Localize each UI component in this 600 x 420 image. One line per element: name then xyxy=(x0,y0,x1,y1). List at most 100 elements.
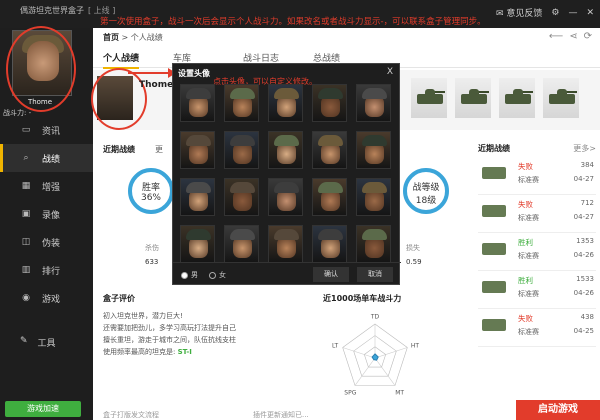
tools-item[interactable]: ✎ 工具 xyxy=(20,336,56,349)
date: 04-26 xyxy=(573,289,594,297)
tank-thumb[interactable] xyxy=(499,78,535,118)
tank-thumb[interactable] xyxy=(455,78,491,118)
score: 438 xyxy=(580,313,594,321)
avatar-option[interactable] xyxy=(312,225,347,263)
box-evaluation: 盒子评价 初入坦克世界，潜力巨大! 还需要加把劲儿，多学习高玩打法提升自己 擅长… xyxy=(103,293,293,358)
tank-thumb[interactable] xyxy=(543,78,579,118)
score: 1533 xyxy=(576,275,594,283)
level: 战等级 18级 xyxy=(412,183,440,206)
launch-game-button[interactable]: 启动游戏 xyxy=(516,400,600,420)
evaluation-title: 盒子评价 xyxy=(103,294,135,303)
film-icon: ▣ xyxy=(21,209,31,219)
close-icon[interactable]: ✕ xyxy=(586,8,594,18)
more-button[interactable]: 更 xyxy=(155,144,163,155)
score: 1353 xyxy=(576,237,594,245)
dialog-title: 设置头像 xyxy=(178,69,210,78)
avatar-option[interactable] xyxy=(180,84,215,122)
radio-male[interactable]: 男 xyxy=(181,270,198,280)
tank-thumb[interactable] xyxy=(411,78,447,118)
result: 失败 xyxy=(518,162,533,171)
list-item[interactable]: 胜利标准赛 1353 04-26 xyxy=(478,233,596,271)
avatar-option[interactable] xyxy=(224,84,259,122)
date: 04-27 xyxy=(573,175,594,183)
tank-icon xyxy=(482,243,506,255)
sidebar-item-records[interactable]: ⌕ 战绩 xyxy=(0,144,93,172)
mode: 标准赛 xyxy=(518,252,539,260)
nav-arrows: ⟵ ⋖ ⟳ xyxy=(549,31,592,42)
share-icon[interactable]: ⋖ xyxy=(569,31,577,42)
radar-title: 近1000场单车战斗力 xyxy=(323,294,402,303)
sidebar-item-camo[interactable]: ◫ 伪装 xyxy=(0,228,93,256)
back-icon[interactable]: ⟵ xyxy=(549,31,563,42)
minimize-icon[interactable]: — xyxy=(568,8,577,18)
radar-axis xyxy=(374,357,396,386)
close-icon[interactable]: X xyxy=(387,67,393,77)
recent-title: 近期战绩 xyxy=(103,145,135,154)
left-stat-label: 杀伤 xyxy=(145,244,159,252)
favorite-tank: 使用频率最高的坦克是: ST-I xyxy=(103,348,192,356)
avatar-option[interactable] xyxy=(312,84,347,122)
tank-icon xyxy=(482,281,506,293)
confirm-button[interactable]: 确认 xyxy=(313,267,349,282)
sidebar-item-rank[interactable]: ▥ 排行 xyxy=(0,256,93,284)
radar-axis xyxy=(354,357,376,386)
avatar-option[interactable] xyxy=(356,84,391,122)
grid-icon: ▦ xyxy=(21,181,31,191)
radar-axis xyxy=(342,347,376,359)
sidebar: Thome 战斗力: - ▭ 资讯 ⌕ 战绩 ▦ 增强 ▣ 录像 ◫ 伪装 ▥ 排行 ◉ 游戏… xyxy=(0,26,93,420)
title-bar: 偶游坦克世界盒子[ 上线 ] 第一次使用盒子，战斗一次后会显示个人战斗力。如果改… xyxy=(0,0,600,28)
avatar-option[interactable] xyxy=(356,178,391,216)
sidebar-item-news[interactable]: ▭ 资讯 xyxy=(0,116,93,144)
cancel-button[interactable]: 取消 xyxy=(357,267,393,282)
radar-axis-label: LT xyxy=(332,343,339,350)
list-item[interactable]: 失败 标准赛 712 04-27 xyxy=(478,195,596,233)
list-item[interactable]: 胜利 标准赛 1533 04-26 xyxy=(478,271,596,309)
mode: 标准赛 xyxy=(518,176,539,184)
avatar-option[interactable] xyxy=(312,178,347,216)
wrench-icon: ✎ xyxy=(20,336,28,346)
avatar-option[interactable] xyxy=(356,225,391,263)
winrate: 胜率 36% xyxy=(140,183,161,203)
tank-icon xyxy=(482,167,506,179)
avatar-option[interactable] xyxy=(224,131,259,169)
avatar-option[interactable] xyxy=(268,131,303,169)
sidebar-item-replay[interactable]: ▣ 录像 xyxy=(0,200,93,228)
avatar-option[interactable] xyxy=(268,84,303,122)
user-name: Thome xyxy=(27,98,53,106)
radio-female[interactable]: 女 xyxy=(209,270,226,280)
recent-panel-header: 近期战绩 更多> xyxy=(478,143,596,157)
avatar-option[interactable] xyxy=(180,225,215,263)
list-item[interactable]: 失败 标准赛 384 04-27 xyxy=(478,157,596,195)
feedback-button[interactable]: ✉ 意见反馈 xyxy=(496,6,542,19)
radar-axis-label: MT xyxy=(395,389,404,396)
breadcrumb: 首页 > 个人战绩 xyxy=(103,33,163,42)
right-stat-label: 损失 xyxy=(406,244,420,252)
bottom-link[interactable]: 盒子打版发文流程 xyxy=(103,410,159,420)
annotation-text: 第一次使用盒子，战斗一次后会显示个人战斗力。如果改名或者战斗力显示-，可以联系盒… xyxy=(100,17,486,27)
game-boost-button[interactable]: 游戏加速 xyxy=(5,401,81,417)
radar-axis-label: SPG xyxy=(344,389,356,396)
right-stat-value: 0.59 xyxy=(406,258,422,266)
list-item[interactable]: 失败 标准赛 438 04-25 xyxy=(478,309,596,347)
bottom-link[interactable]: 插件更新通知已... xyxy=(253,410,309,420)
sidebar-item-game[interactable]: ◉ 游戏 xyxy=(0,284,93,312)
avatar-option[interactable] xyxy=(268,225,303,263)
avatar-option[interactable] xyxy=(224,225,259,263)
more-link[interactable]: 更多> xyxy=(573,143,596,157)
avatar-option[interactable] xyxy=(224,178,259,216)
date: 04-26 xyxy=(573,251,594,259)
avatar-option[interactable] xyxy=(312,131,347,169)
avatar-option[interactable] xyxy=(268,178,303,216)
avatar-option[interactable] xyxy=(356,131,391,169)
result: 胜利 xyxy=(518,238,533,247)
date: 04-25 xyxy=(573,327,594,335)
avatar-option[interactable] xyxy=(180,178,215,216)
player-name: Thome xyxy=(139,80,174,90)
avatar-option[interactable] xyxy=(180,131,215,169)
settings-icon[interactable]: ⚙ xyxy=(551,8,559,18)
status-tag: [ 上线 ] xyxy=(88,6,116,15)
gamepad-icon: ◉ xyxy=(22,293,30,303)
refresh-icon[interactable]: ⟳ xyxy=(584,31,592,42)
sidebar-item-enhance[interactable]: ▦ 增强 xyxy=(0,172,93,200)
mode: 标准赛 xyxy=(518,214,539,222)
